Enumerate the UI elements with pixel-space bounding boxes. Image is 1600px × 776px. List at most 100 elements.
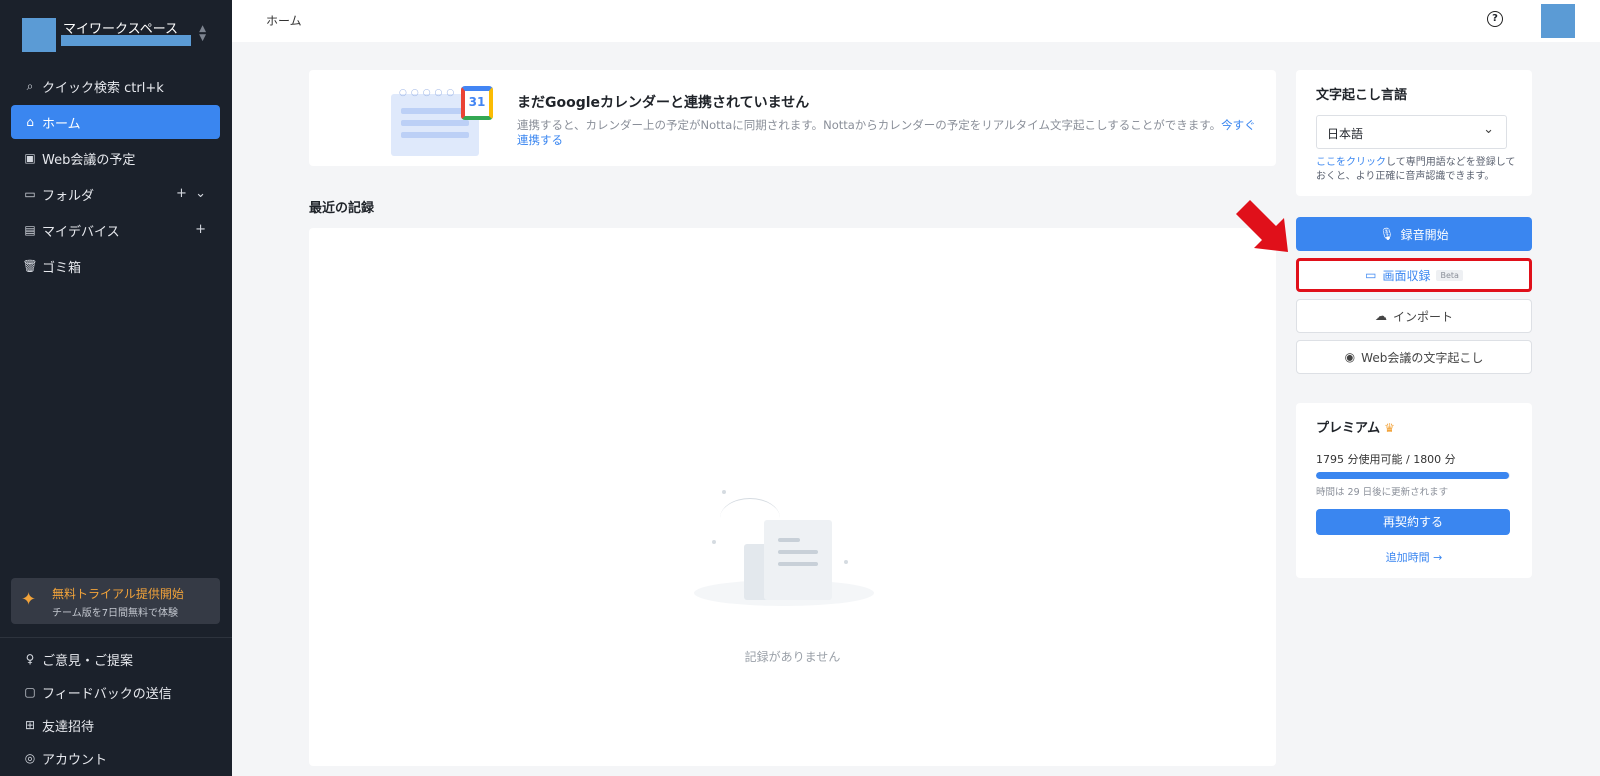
add-time-link[interactable]: 追加時間 → — [1296, 549, 1532, 565]
search-icon: ⌕ — [26, 78, 34, 93]
language-select[interactable]: 日本語 ⌄ — [1316, 115, 1507, 149]
illustration-dot — [844, 560, 848, 564]
usage-progress-fill — [1316, 472, 1510, 479]
breadcrumb: ホーム — [266, 14, 302, 28]
beta-badge: Beta — [1436, 269, 1463, 281]
top-bar: ホーム ? — [232, 0, 1600, 42]
start-recording-label: 録音開始 — [1400, 227, 1449, 242]
illustration-dot — [722, 490, 726, 494]
screen-recording-label: 画面収録 — [1382, 268, 1431, 283]
add-device-button[interactable]: + — [195, 222, 206, 237]
document-icon — [764, 520, 832, 600]
home-icon: ⌂ — [26, 115, 34, 129]
sidebar: マイワークスペース ▲ ▼ ⌕ クイック検索 ctrl+k ⌂ ホーム ▣ Web… — [0, 0, 232, 776]
import-button[interactable]: ☁ インポート — [1296, 299, 1532, 333]
sidebar-item-trash[interactable]: 🗑 ゴミ箱 — [11, 249, 220, 283]
usage-text: 1795 分使用可能 / 1800 分 — [1316, 453, 1456, 466]
sidebar-divider — [0, 637, 232, 638]
sidebar-item-folder[interactable]: ▭ フォルダ + ⌄ — [11, 177, 220, 211]
chevron-down-icon: ⌄ — [1483, 122, 1494, 137]
recent-records-title: 最近の記録 — [309, 201, 375, 216]
calendar-rings: ○○○○○ — [399, 88, 459, 98]
sidebar-nav: ⌕ クイック検索 ctrl+k ⌂ ホーム ▣ Web会議の予定 ▭ フォルダ … — [11, 69, 220, 285]
premium-title-text: プレミアム — [1316, 421, 1381, 436]
empty-state-text: 記録がありません — [744, 650, 841, 664]
feedback-icon: ▢ — [24, 685, 36, 699]
transcription-language-card: 文字起こし言語 日本語 ⌄ ここをクリックして専門用語などを登録しておくと、より… — [1296, 70, 1532, 196]
trial-subtitle: チーム版を7日間無料で体験 — [52, 608, 179, 619]
calendar-row — [401, 120, 469, 126]
calendar-row — [401, 108, 469, 114]
workspace-account-redacted — [61, 35, 191, 46]
calendar-illustration: ○○○○○ 31 — [385, 84, 495, 156]
account-icon: ◎ — [24, 751, 36, 765]
user-avatar[interactable] — [1541, 4, 1575, 38]
sidebar-item-label: ご意見・ご提案 — [42, 653, 134, 669]
sidebar-item-label: ホーム — [42, 116, 81, 132]
cloud-upload-icon: ☁ — [1374, 309, 1387, 323]
usage-progress-bar — [1316, 472, 1510, 479]
language-title: 文字起こし言語 — [1316, 88, 1408, 103]
sidebar-item-web-meetings[interactable]: ▣ Web会議の予定 — [11, 141, 220, 175]
empty-state-illustration — [684, 480, 884, 615]
trial-title: 無料トライアル提供開始 — [52, 587, 184, 601]
help-icon[interactable]: ? — [1487, 11, 1503, 27]
trash-icon: 🗑 — [22, 259, 38, 273]
web-meeting-label: Web会議の文字起こし — [1361, 350, 1484, 365]
sidebar-item-feedback[interactable]: ▢ フィードバックの送信 — [11, 676, 220, 708]
recent-records-panel: 記録がありません — [309, 228, 1276, 766]
device-icon: ▤ — [24, 223, 36, 237]
google-calendar-banner: ○○○○○ 31 まだGoogleカレンダーと連携されていません 連携すると、カ… — [309, 70, 1276, 166]
doc-line — [778, 550, 818, 554]
calendar-row — [401, 132, 469, 138]
google-calendar-icon: 31 — [461, 86, 493, 120]
screen-recording-button[interactable]: ▭ 画面収録 Beta — [1296, 258, 1532, 292]
sidebar-item-label: マイデバイス — [42, 224, 120, 240]
lightbulb-icon: ♀ — [25, 652, 35, 666]
sidebar-bottom-nav: ♀ ご意見・ご提案 ▢ フィードバックの送信 ⊞ 友達招待 ◎ アカウント — [11, 643, 220, 775]
calendar-icon: ▣ — [24, 151, 36, 165]
doc-line — [778, 538, 800, 542]
sidebar-item-suggestions[interactable]: ♀ ご意見・ご提案 — [11, 643, 220, 675]
sidebar-item-home[interactable]: ⌂ ホーム — [11, 105, 220, 139]
workspace-switcher[interactable]: マイワークスペース ▲ ▼ — [22, 18, 212, 52]
premium-title: プレミアム ♛ — [1316, 417, 1395, 436]
sidebar-item-label: フォルダ — [42, 188, 95, 204]
sidebar-item-label: アカウント — [42, 752, 108, 768]
web-meeting-transcription-button[interactable]: ◉ Web会議の文字起こし — [1296, 340, 1532, 374]
free-trial-banner[interactable]: ✦ 無料トライアル提供開始 チーム版を7日間無料で体験 — [11, 578, 220, 624]
web-meeting-icon: ◉ — [1344, 350, 1356, 364]
folder-add-expand-controls[interactable]: + ⌄ — [176, 186, 206, 201]
language-hint: ここをクリックして専門用語などを登録しておくと、より正確に音声認識できます。 — [1316, 156, 1516, 184]
sidebar-item-invite[interactable]: ⊞ 友達招待 — [11, 709, 220, 741]
sidebar-item-my-devices[interactable]: ▤ マイデバイス + — [11, 213, 220, 247]
import-label: インポート — [1392, 309, 1453, 324]
register-terms-link[interactable]: ここをクリック — [1316, 157, 1386, 168]
sidebar-item-label: クイック検索 ctrl+k — [42, 80, 164, 96]
sidebar-item-label: 友達招待 — [42, 719, 95, 735]
sidebar-item-label: ゴミ箱 — [42, 260, 82, 276]
red-arrow-annotation — [1236, 200, 1288, 252]
gift-icon: ⊞ — [24, 718, 36, 732]
premium-card: プレミアム ♛ 1795 分使用可能 / 1800 分 時間は 29 日後に更新さ… — [1296, 403, 1532, 578]
workspace-avatar — [22, 18, 56, 52]
sparkle-icon: ✦ — [21, 589, 37, 610]
start-recording-button[interactable]: 🎙 録音開始 — [1296, 217, 1532, 251]
doc-line — [778, 562, 818, 566]
sidebar-item-account[interactable]: ◎ アカウント — [11, 742, 220, 774]
renew-button[interactable]: 再契約する — [1316, 509, 1510, 535]
banner-description-text: 連携すると、カレンダー上の予定がNottaに同期されます。Nottaからカレンダ… — [517, 118, 1222, 132]
chevron-up-down-icon[interactable]: ▲ ▼ — [199, 25, 206, 43]
illustration-dot — [712, 540, 716, 544]
renew-note: 時間は 29 日後に更新されます — [1316, 487, 1449, 498]
sidebar-item-label: Web会議の予定 — [42, 152, 136, 168]
banner-title: まだGoogleカレンダーと連携されていません — [517, 95, 810, 111]
banner-description: 連携すると、カレンダー上の予定がNottaに同期されます。Nottaからカレンダ… — [517, 118, 1267, 148]
sidebar-item-label: フィードバックの送信 — [42, 686, 172, 702]
sidebar-item-quick-search[interactable]: ⌕ クイック検索 ctrl+k — [11, 69, 220, 103]
microphone-icon: 🎙 — [1379, 227, 1395, 241]
folder-icon: ▭ — [24, 187, 36, 201]
video-camera-icon: ▭ — [1365, 268, 1377, 282]
crown-icon: ♛ — [1384, 421, 1395, 435]
language-selected-value: 日本語 — [1327, 127, 1364, 141]
